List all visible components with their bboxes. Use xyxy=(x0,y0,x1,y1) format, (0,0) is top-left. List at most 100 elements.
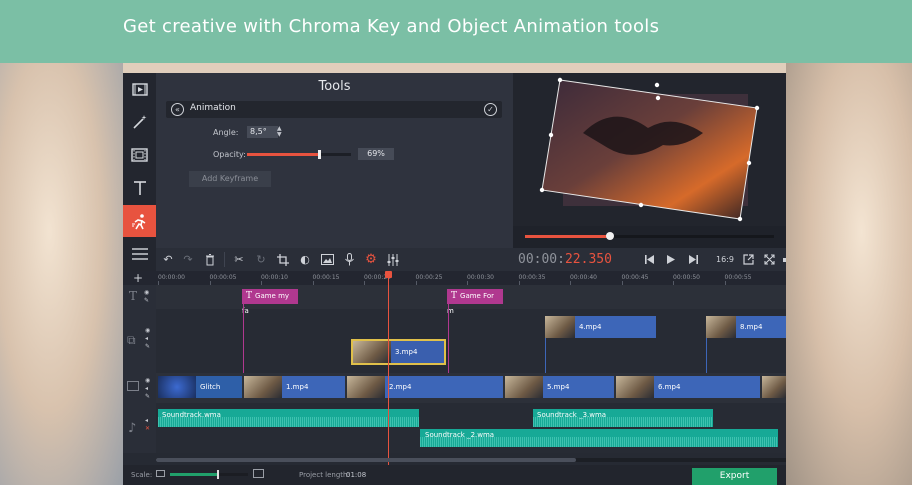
menu-icon[interactable] xyxy=(123,238,156,270)
video-clip[interactable]: 1.mp4 xyxy=(244,376,345,398)
edit-toolbar: ↶ ↷ ✂ ↻ ◐ ⚙ 00:00:22.350 16:9 xyxy=(156,248,786,271)
title-clip-link xyxy=(448,304,449,373)
text-track-icon: T xyxy=(129,289,138,303)
lock-icon[interactable]: ✎ xyxy=(145,343,150,350)
gear-icon[interactable]: ⚙ xyxy=(361,248,381,271)
magic-wand-icon[interactable] xyxy=(123,106,156,138)
check-icon[interactable]: ✓ xyxy=(484,103,497,116)
image-icon[interactable] xyxy=(317,248,337,271)
popout-icon[interactable] xyxy=(738,248,758,271)
playhead-handle[interactable] xyxy=(385,271,392,278)
animation-icon[interactable] xyxy=(123,205,156,237)
ruler-tick-label: 00:00:30 xyxy=(467,274,494,281)
editor-window: Tools « Animation ✓ Angle: 8,5° ▲ ▼ Opaci… xyxy=(123,73,786,485)
playback-slider[interactable] xyxy=(525,232,774,240)
overlay-track-icon: ⧉ xyxy=(127,333,136,347)
color-adjust-icon[interactable]: ◐ xyxy=(295,248,315,271)
angle-stepper[interactable]: ▲ ▼ xyxy=(277,126,282,138)
video-clip[interactable]: 2.mp4 xyxy=(347,376,503,398)
play-icon[interactable] xyxy=(661,248,681,271)
opacity-slider-fill xyxy=(247,153,319,156)
scale-slider-handle[interactable] xyxy=(217,470,219,479)
export-button[interactable]: Export xyxy=(692,468,777,485)
time-ruler[interactable]: + 00:00:00 00:00:05 00:00:10 00:00:15 00:00:… xyxy=(123,271,786,285)
opacity-label: Opacity: xyxy=(213,150,246,159)
background-left xyxy=(0,63,123,485)
playback-handle[interactable] xyxy=(605,232,614,240)
visibility-icon[interactable]: ◉ xyxy=(144,289,149,296)
add-keyframe-button[interactable]: Add Keyframe xyxy=(189,171,271,187)
playhead[interactable] xyxy=(388,271,389,485)
aspect-ratio-label: 16:9 xyxy=(716,255,734,264)
microphone-icon[interactable] xyxy=(339,248,359,271)
overlay-clip-link xyxy=(545,338,546,373)
aspect-ratio-button[interactable]: 16:9 xyxy=(714,248,736,271)
lock-icon[interactable]: ✎ xyxy=(144,297,149,304)
status-bar: Scale: Project length: 01:08 xyxy=(123,465,786,485)
opacity-slider-handle[interactable] xyxy=(317,150,321,159)
visibility-icon[interactable]: ◉ xyxy=(145,377,150,384)
clip-thumbnail xyxy=(505,376,543,398)
video-clip[interactable]: Glitch xyxy=(158,376,242,398)
audio-clip[interactable]: Soundtrack _3.wma xyxy=(533,409,713,427)
redo-icon[interactable]: ↷ xyxy=(178,248,198,271)
video-clip[interactable]: 6.mp4 xyxy=(616,376,760,398)
timecode-fraction: 22.350 xyxy=(564,252,612,267)
trash-icon[interactable] xyxy=(200,248,220,271)
fullscreen-icon[interactable] xyxy=(759,248,779,271)
title-clip[interactable]: T Game For m xyxy=(447,289,503,315)
volume-icon[interactable] xyxy=(781,248,786,271)
timeline-scrollbar[interactable] xyxy=(156,458,786,462)
ruler-tick-label: 00:00:00 xyxy=(158,274,185,281)
volume-icon[interactable]: ◂ xyxy=(145,417,148,424)
animation-label: Animation xyxy=(190,103,236,113)
opacity-value[interactable]: 69% xyxy=(358,148,394,160)
undo-icon[interactable]: ↶ xyxy=(158,248,178,271)
angle-input[interactable]: 8,5° xyxy=(247,126,278,138)
lock-icon[interactable]: ✎ xyxy=(145,393,150,400)
timeline-scroll-thumb[interactable] xyxy=(156,458,576,462)
filter-icon[interactable] xyxy=(123,139,156,171)
text-icon[interactable] xyxy=(123,172,156,204)
visibility-icon[interactable]: ◉ xyxy=(145,327,150,334)
scale-slider[interactable] xyxy=(170,470,248,479)
playback-progress xyxy=(525,235,610,238)
audio-waveform xyxy=(158,417,419,427)
video-clip[interactable] xyxy=(762,376,786,398)
add-track-icon[interactable]: + xyxy=(133,271,143,285)
crop-icon[interactable] xyxy=(273,248,293,271)
music-note-icon: ♪ xyxy=(128,421,137,436)
ruler-tick-label: 00:00:35 xyxy=(518,274,546,281)
overlay-clip[interactable]: 8.mp4 xyxy=(706,316,786,338)
mute-icon[interactable]: ✕ xyxy=(145,425,150,432)
ruler-tick-label: 00:00:10 xyxy=(261,274,288,281)
video-clip[interactable]: 5.mp4 xyxy=(505,376,614,398)
scissors-icon[interactable]: ✂ xyxy=(229,248,249,271)
mute-icon[interactable]: ◂ xyxy=(145,335,148,342)
scale-slider-fill xyxy=(170,473,218,476)
audio-clip[interactable]: Soundtrack _2.wma xyxy=(420,429,778,447)
back-icon[interactable]: « xyxy=(171,103,184,116)
video-clip-label: 6.mp4 xyxy=(658,383,681,391)
skip-forward-icon[interactable] xyxy=(683,248,703,271)
video-clip-label: 5.mp4 xyxy=(547,383,570,391)
zoom-in-icon[interactable] xyxy=(253,469,264,478)
skip-back-icon[interactable] xyxy=(639,248,659,271)
project-length-label: Project length: xyxy=(299,471,350,479)
ruler-tick-label: 00:00:15 xyxy=(312,274,340,281)
overlay-clip[interactable]: 4.mp4 xyxy=(545,316,656,338)
equalizer-icon[interactable] xyxy=(383,248,403,271)
sidebar xyxy=(123,73,156,271)
zoom-out-icon[interactable] xyxy=(156,470,165,477)
audio-clip[interactable]: Soundtrack.wma xyxy=(158,409,419,427)
overlay-clip-selected[interactable]: 3.mp4 xyxy=(351,339,446,365)
rotate-icon[interactable]: ↻ xyxy=(251,248,271,271)
opacity-slider[interactable] xyxy=(247,150,351,159)
banner: Get creative with Chroma Key and Object … xyxy=(0,0,912,63)
mute-icon[interactable]: ◂ xyxy=(145,385,148,392)
title-clip[interactable]: T Game my fa xyxy=(242,289,298,315)
title-clip-link xyxy=(243,304,244,373)
audio-track-header: ♪ ◂ ✕ xyxy=(123,403,156,453)
film-icon[interactable] xyxy=(123,73,156,105)
clip-thumbnail xyxy=(706,316,736,338)
